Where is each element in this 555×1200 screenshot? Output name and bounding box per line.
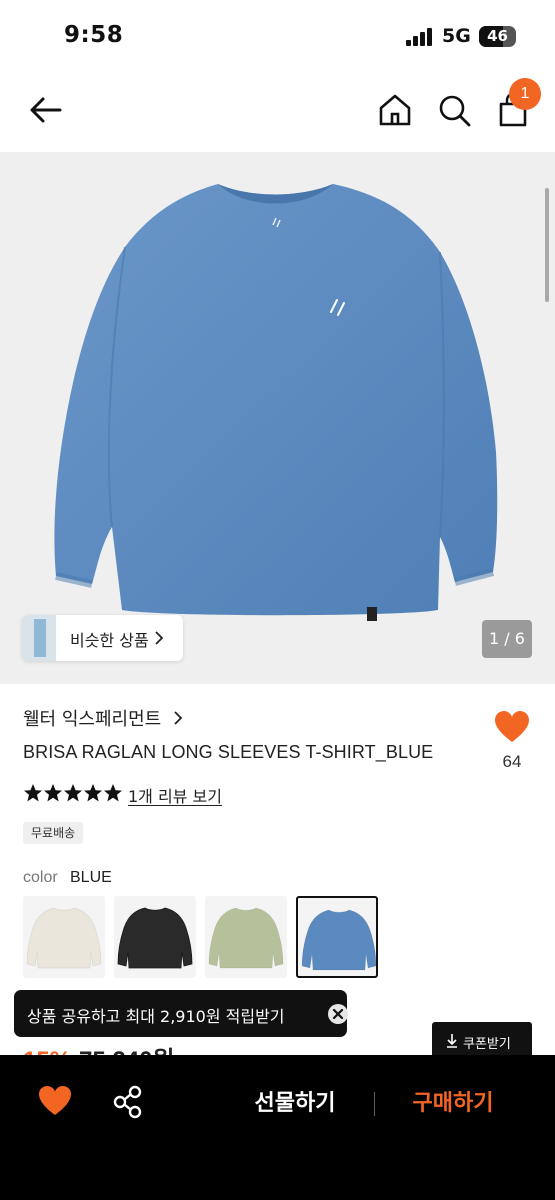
color-label: color: [23, 869, 58, 886]
brand-name: 웰터 익스페리먼트: [23, 709, 162, 730]
price: 15%75,240원: [23, 1040, 175, 1056]
scroll-indicator[interactable]: [545, 188, 549, 302]
color-swatch[interactable]: [296, 896, 378, 978]
divider: [374, 1092, 375, 1116]
close-icon[interactable]: [328, 1004, 348, 1024]
toast-message: 상품 공유하고 최대 2,910원 적립받기: [27, 1007, 285, 1026]
back-arrow-icon[interactable]: [26, 90, 66, 130]
buy-button[interactable]: 구매하기: [395, 1086, 511, 1122]
chevron-right-icon: [155, 631, 164, 645]
product-image[interactable]: [0, 152, 555, 684]
status-bar: 9:58 5G 46: [0, 0, 555, 72]
product-shirt-image: [54, 184, 498, 621]
home-icon[interactable]: [376, 90, 414, 130]
free-shipping-badge: 무료배송: [23, 822, 84, 844]
nav-bar: [0, 76, 555, 148]
image-counter: 1 / 6: [482, 620, 532, 658]
similar-product-thumbnail: [22, 615, 56, 661]
rating-stars: [24, 784, 122, 802]
heart-icon[interactable]: [38, 1085, 72, 1117]
bottom-action-bar: 선물하기 구매하기: [0, 1055, 555, 1200]
similar-products-button[interactable]: 비슷한 상품: [22, 615, 183, 661]
color-swatch[interactable]: [23, 896, 105, 978]
battery-level: 46: [487, 27, 508, 45]
status-time: 9:58: [64, 22, 124, 48]
similar-products-label: 비슷한 상품: [70, 631, 149, 650]
search-icon[interactable]: [436, 90, 474, 130]
shirt-thumbnail: [117, 907, 193, 969]
gift-button[interactable]: 선물하기: [236, 1086, 354, 1122]
download-icon: [447, 1034, 457, 1048]
shirt-thumbnail: [208, 907, 284, 969]
battery-icon: 46: [479, 26, 516, 47]
shirt-thumbnail: [26, 907, 102, 969]
signal-icon: [406, 28, 434, 46]
color-swatch[interactable]: [205, 896, 287, 978]
brand-link[interactable]: 웰터 익스페리먼트: [23, 705, 183, 731]
share-reward-toast: 상품 공유하고 최대 2,910원 적립받기: [14, 990, 348, 1037]
shirt-thumbnail: [301, 909, 376, 971]
selected-color: BLUE: [70, 869, 112, 886]
product-title: BRISA RAGLAN LONG SLEEVES T-SHIRT_BLUE: [23, 742, 434, 762]
share-icon[interactable]: [112, 1085, 144, 1119]
heart-icon[interactable]: [494, 710, 530, 744]
review-link[interactable]: 1개 리뷰 보기: [128, 783, 222, 807]
network-label: 5G: [442, 25, 471, 47]
like-count: 64: [502, 752, 522, 771]
coupon-label: 쿠폰받기: [463, 1037, 511, 1052]
chevron-right-icon: [174, 711, 183, 725]
cart-count-badge: 1: [509, 78, 541, 110]
color-swatch[interactable]: [114, 896, 196, 978]
